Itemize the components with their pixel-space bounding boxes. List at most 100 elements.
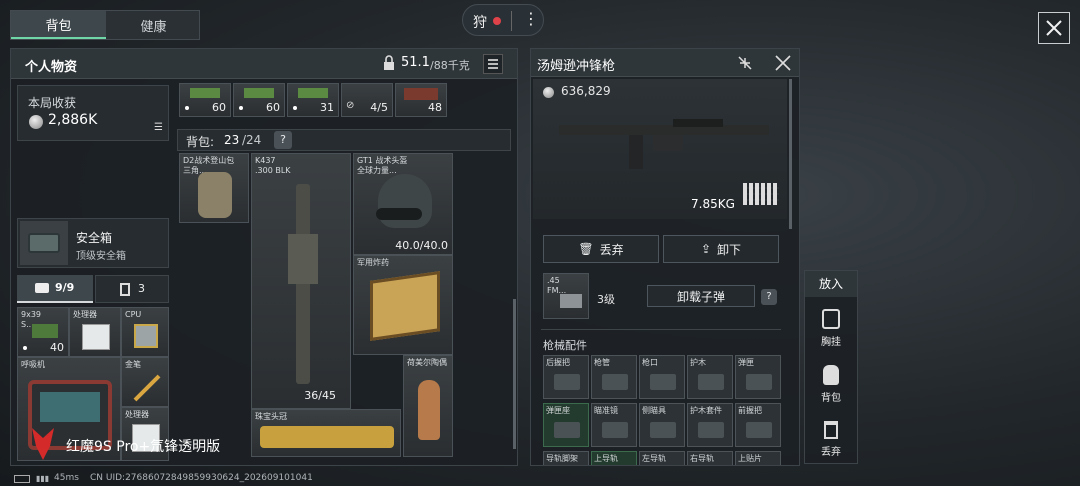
discard-button[interactable]: 🗑 丢弃 (543, 235, 659, 263)
hunt-indicator[interactable]: 狩 ⋮ (462, 4, 544, 36)
attachment-slot[interactable]: 左导轨 (639, 451, 685, 465)
pocket-processor[interactable]: 处理器 (69, 307, 121, 357)
attachment-image (698, 374, 724, 390)
weapon-panel: 汤姆逊冲锋枪 636,829 7.85KG 🗑 丢弃 ⇪ 卸下 .45 FM... … (530, 48, 800, 466)
section-divider (541, 329, 781, 330)
item-crown[interactable]: 珠宝头冠 (251, 409, 401, 457)
chest-rig-icon (822, 309, 840, 329)
attachments-grid: 后握把 枪管 枪口 护木 弹匣弹匣座 瞄准镜 侧瞄具 护木套件 前握把导轨脚架 上导轨 左导轨 右导轨… (543, 355, 783, 465)
weapon-ammo-slot[interactable]: .45 FM... (543, 273, 589, 319)
attachment-slot[interactable]: 护木 (687, 355, 733, 399)
put-in-backpack[interactable]: 背包 (805, 365, 857, 404)
attachment-slot[interactable]: 上导轨 (591, 451, 637, 465)
list-icon (488, 59, 498, 69)
attachment-image (650, 374, 676, 390)
pocket-tab-1[interactable]: 9/9 (17, 275, 93, 303)
put-in-discard[interactable]: 丢弃 (805, 421, 857, 458)
ammo-help-button[interactable]: ? (761, 289, 777, 305)
earnings-value: 2,886K (48, 112, 98, 128)
battery-icon (14, 475, 30, 483)
attachment-slot[interactable]: 侧瞄具 (639, 403, 685, 447)
attachment-slot[interactable]: 右导轨 (687, 451, 733, 465)
pocket-ammo[interactable]: 9x39 S... 40 (17, 307, 69, 357)
attachment-label: 前握把 (738, 406, 762, 415)
earnings-label: 本局收获 (28, 96, 77, 110)
attachment-label: 上导轨 (594, 454, 618, 463)
bag-image (198, 172, 232, 218)
attachment-slot[interactable]: 瞄准镜 (591, 403, 637, 447)
cpu-image (134, 324, 158, 348)
unload-ammo-button[interactable]: 卸载子弹 (647, 285, 755, 307)
put-in-title: 放入 (805, 271, 857, 297)
item-helmet[interactable]: GT1 战术头盔 全球力量... 40.0/40.0 (353, 153, 453, 255)
tab-backpack[interactable]: 背包 (11, 11, 106, 39)
ammo-slot-1[interactable]: 60 (179, 83, 231, 117)
unload-button[interactable]: ⇪ 卸下 (663, 235, 779, 263)
rifle-image (296, 184, 310, 384)
attachment-slot[interactable]: 前握把 (735, 403, 781, 447)
weapon-close-icon[interactable] (773, 53, 793, 73)
weapon-header: 汤姆逊冲锋枪 (531, 49, 799, 77)
attachment-label: 上贴片 (738, 454, 762, 463)
pocket-count-1: 9/9 (55, 281, 75, 294)
backpack-icon (823, 365, 839, 385)
attachment-slot[interactable]: 上贴片 (735, 451, 781, 465)
attachment-slot[interactable]: 护木套件 (687, 403, 733, 447)
no-entry-icon: ⊘ (346, 100, 355, 111)
attachment-image (602, 374, 628, 390)
safe-box-title: 安全箱 (76, 231, 113, 245)
collapse-icon[interactable] (735, 53, 755, 73)
attachment-image (602, 422, 628, 438)
attachment-slot[interactable]: 导轨脚架 (543, 451, 589, 465)
item-rifle[interactable]: K437 .300 BLK 36/45 (251, 153, 351, 409)
put-in-chest-rig[interactable]: 胸挂 (805, 309, 857, 348)
ammo-slot-5[interactable]: 48 (395, 83, 447, 117)
attachment-label: 弹匣座 (546, 406, 570, 415)
scrollbar[interactable] (513, 299, 516, 449)
tab-health[interactable]: 健康 (106, 11, 201, 39)
attachment-label: 瞄准镜 (594, 406, 618, 415)
crown-image (260, 426, 394, 448)
item-explosive[interactable]: 军用炸药 (353, 255, 453, 355)
ping: 45ms (54, 473, 79, 483)
weapon-scrollbar[interactable] (789, 79, 792, 229)
more-icon[interactable]: ⋮ (523, 9, 539, 28)
sort-list-button[interactable] (483, 54, 503, 74)
item-figurine[interactable]: 荷美尔陶偶 (403, 355, 453, 457)
ammo-level: 3级 (597, 293, 615, 306)
watermark-text: 红魔9S Pro+氘锋透明版 (66, 439, 221, 455)
personal-title: 个人物资 (25, 60, 78, 75)
backpack-count: 23 (224, 133, 240, 147)
personal-header: 个人物资 51.1 /88千克 (11, 49, 517, 79)
weight-lock-icon (383, 55, 395, 71)
pocket-pen[interactable]: 金笔 (121, 357, 169, 407)
attachment-label: 护木套件 (690, 406, 722, 415)
attachment-label: 枪管 (594, 358, 610, 367)
details-icon[interactable]: ☰ (154, 122, 163, 133)
attachment-label: 护木 (690, 358, 706, 367)
backpack-help-button[interactable]: ? (274, 131, 292, 149)
close-button[interactable] (1038, 12, 1070, 44)
attachment-label: 导轨脚架 (546, 454, 578, 463)
attachments-title: 枪械配件 (543, 339, 587, 352)
attachment-slot[interactable]: 弹匣座 (543, 403, 589, 447)
ammo-slot-2[interactable]: 60 (233, 83, 285, 117)
item-bag[interactable]: D2战术登山包 三角... (179, 153, 249, 223)
attachment-image (554, 422, 580, 438)
pocket-tab-2[interactable]: 3 (95, 275, 169, 303)
pen-image (133, 374, 161, 402)
attachment-label: 枪口 (642, 358, 658, 367)
backpack-capacity: /24 (242, 133, 262, 147)
attachment-slot[interactable]: 枪口 (639, 355, 685, 399)
attachment-image (650, 422, 676, 438)
attachment-slot[interactable]: 枪管 (591, 355, 637, 399)
attachment-slot[interactable]: 后握把 (543, 355, 589, 399)
attachment-slot[interactable]: 弹匣 (735, 355, 781, 399)
safe-box[interactable]: 安全箱 顶级安全箱 (17, 218, 169, 268)
weapon-weight: 7.85KG (691, 197, 735, 211)
ammo-slot-3[interactable]: 31 (287, 83, 339, 117)
pocket-cpu[interactable]: CPU (121, 307, 169, 357)
personal-panel: 个人物资 51.1 /88千克 本局收获 2,886K ☰ 安全箱 顶级安全箱 … (10, 48, 518, 466)
ammo-slot-4[interactable]: ⊘ 4/5 (341, 83, 393, 117)
trash-icon: 🗑 (578, 242, 594, 256)
